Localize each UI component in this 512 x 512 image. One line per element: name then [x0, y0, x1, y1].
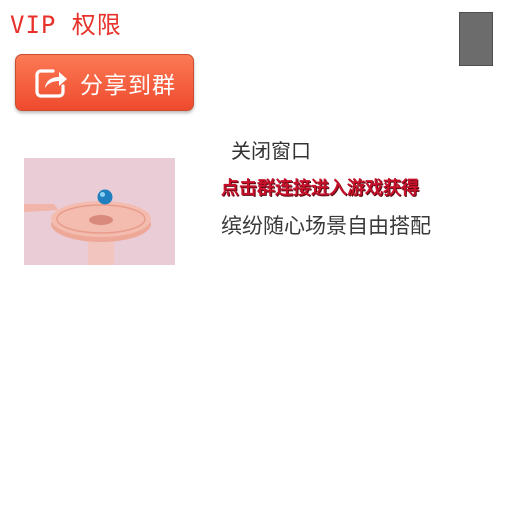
share-button-label: 分享到群 — [80, 72, 176, 99]
share-to-group-button[interactable]: 分享到群 — [15, 54, 194, 111]
share-icon — [34, 67, 70, 99]
game-preview-image — [24, 158, 175, 265]
description-text: 缤纷随心场景自由搭配 — [221, 214, 431, 238]
gray-panel-placeholder — [459, 12, 493, 66]
close-window-link[interactable]: 关闭窗口 — [231, 138, 311, 164]
promo-text: 点击群连接进入游戏获得 — [221, 178, 419, 199]
vip-title: VIP 权限 — [10, 11, 122, 39]
